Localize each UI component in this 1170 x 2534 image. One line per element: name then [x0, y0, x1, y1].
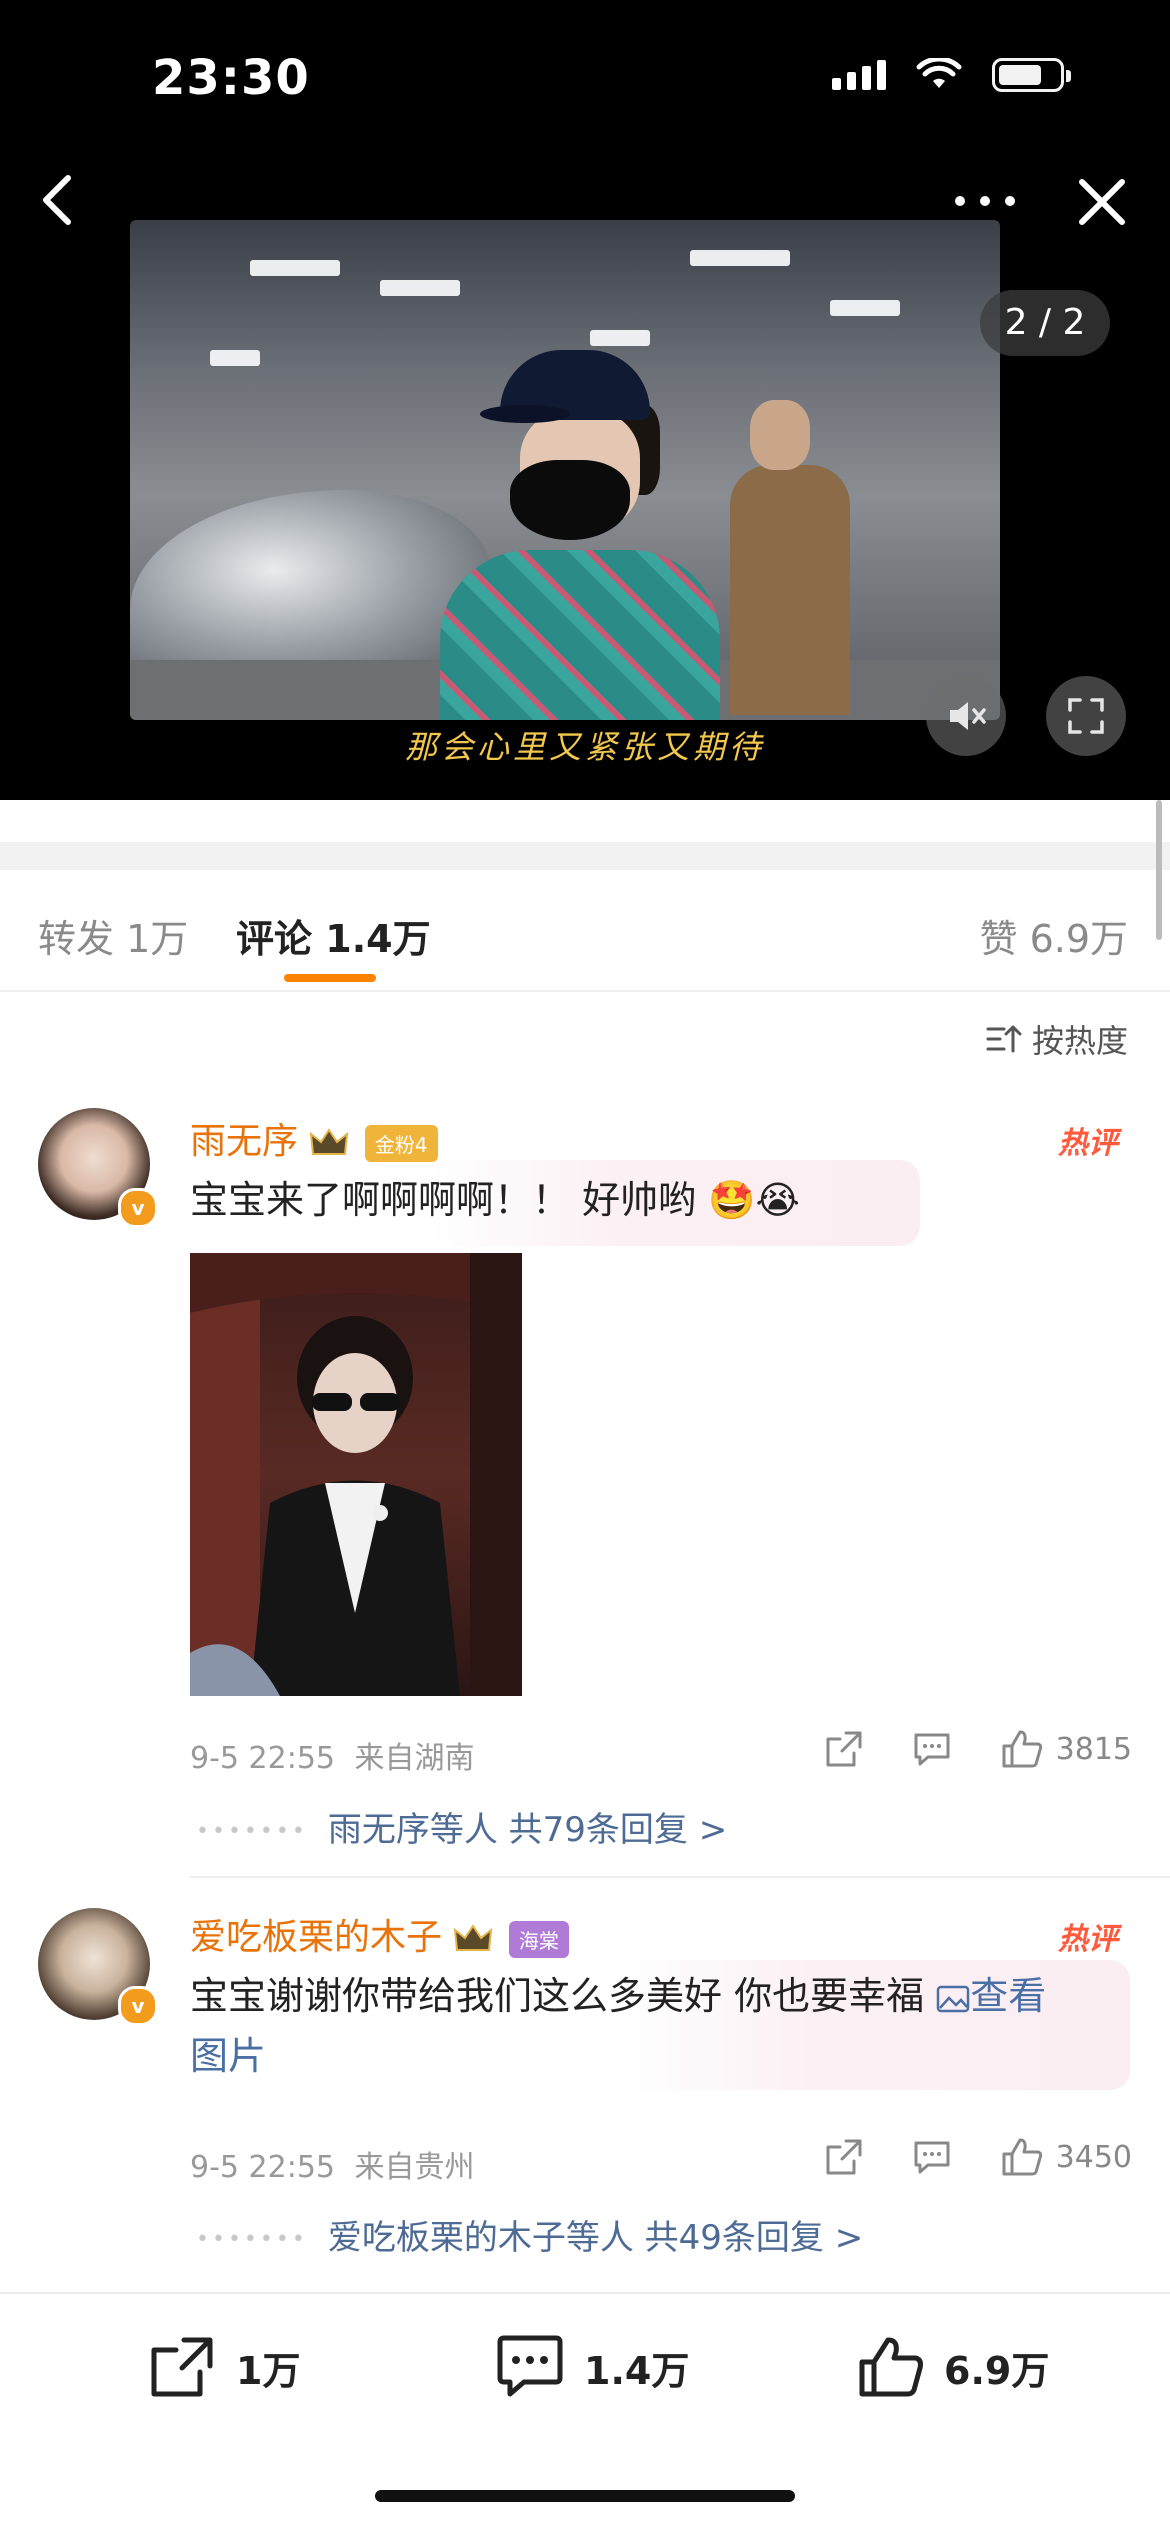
- tab-comments[interactable]: 评论 1.4万: [236, 908, 431, 963]
- thumbs-up-icon: [1002, 2138, 1042, 2176]
- username-text: 雨无序: [190, 1121, 299, 1162]
- background-person-illustration: [730, 400, 850, 720]
- status-bar: 23:30: [0, 0, 1170, 150]
- sort-button[interactable]: 按热度: [986, 1016, 1128, 1062]
- hot-comment-tag: 热评: [1058, 1126, 1118, 1161]
- replies-dots: •••••••: [196, 1819, 308, 1844]
- wifi-icon: [916, 58, 962, 88]
- mute-icon: [950, 702, 986, 730]
- like-post-count: 6.9万: [944, 2348, 1050, 2393]
- fan-badge: 海棠: [508, 1920, 569, 1958]
- tab-comments-count: 1.4万: [325, 917, 431, 961]
- tab-likes-label: 赞: [979, 917, 1018, 961]
- verified-badge: v: [118, 1188, 158, 1228]
- emoji-2: 😭: [755, 1178, 800, 1222]
- comment-time: 9-5 22:55: [190, 1741, 335, 1776]
- comment-separator: [190, 1876, 1170, 1878]
- media-viewer: 那会心里又紧张又期待 2 / 2: [0, 150, 1170, 800]
- fan-badge: 金粉4: [364, 1124, 438, 1162]
- username-text: 爱吃板栗的木子: [190, 1917, 443, 1958]
- replies-text: 爱吃板栗的木子等人 共49条回复 >: [327, 2218, 864, 2258]
- like-count: 3815: [1055, 1731, 1132, 1767]
- view-replies-link[interactable]: ••••••• 雨无序等人 共79条回复 >: [196, 1802, 727, 1851]
- like-post-button[interactable]: 6.9万: [856, 2334, 1049, 2400]
- reply-icon[interactable]: [912, 1729, 952, 1769]
- replies-text: 雨无序等人 共79条回复 >: [327, 1810, 728, 1850]
- comment-actions: 3815: [824, 1728, 1132, 1770]
- comment-location: 来自贵州: [354, 2150, 475, 2185]
- image-icon: [936, 1985, 970, 2012]
- reply-icon[interactable]: [912, 2137, 952, 2177]
- video-player[interactable]: [130, 220, 1000, 720]
- comment-text: 宝宝谢谢你带给我们这么多美好 你也要幸福 查看图片: [190, 1966, 1130, 2086]
- repost-icon: [151, 2337, 213, 2397]
- comment-text: 宝宝来了啊啊啊啊！！ 好帅哟 🤩😭: [190, 1170, 800, 1230]
- comment-button[interactable]: 1.4万: [494, 2334, 689, 2400]
- comment-meta: 9-5 22:55 来自湖南: [190, 1733, 475, 1777]
- comment-photo-illustration: [190, 1253, 522, 1696]
- thumbs-up-icon: [1002, 1730, 1042, 1768]
- comment-location: 来自湖南: [354, 1741, 475, 1776]
- tab-repost-label: 转发: [38, 917, 115, 961]
- more-icon[interactable]: [950, 186, 1020, 216]
- comment-actions: 3450: [824, 2136, 1132, 2178]
- back-icon[interactable]: [30, 170, 90, 230]
- status-icons: [832, 58, 1071, 92]
- comment-time: 9-5 22:55: [190, 2150, 335, 2185]
- like-button[interactable]: 3450: [1000, 2136, 1132, 2178]
- repost-count: 1万: [236, 2348, 301, 2393]
- crown-icon: [454, 1924, 493, 1951]
- view-image-link-text: 查看: [970, 1974, 1047, 2018]
- comment-text-body: 宝宝谢谢你带给我们这么多美好 你也要幸福: [190, 1974, 925, 2018]
- fullscreen-button[interactable]: [1046, 676, 1126, 756]
- mute-button[interactable]: [926, 676, 1006, 756]
- page-indicator: 2 / 2: [980, 290, 1110, 356]
- repost-button[interactable]: 1万: [148, 2334, 300, 2400]
- close-icon[interactable]: [1070, 170, 1134, 234]
- hot-comment-tag: 热评: [1058, 1922, 1118, 1957]
- comment-meta: 9-5 22:55 来自贵州: [190, 2142, 475, 2186]
- battery-icon: [992, 58, 1071, 92]
- comment-icon: [497, 2335, 563, 2397]
- comment-username[interactable]: 爱吃板栗的木子 海棠: [190, 1908, 569, 1960]
- share-icon[interactable]: [824, 2137, 864, 2177]
- comment-count: 1.4万: [584, 2348, 690, 2393]
- section-divider: [0, 842, 1170, 870]
- comment-text-body: 宝宝来了啊啊啊啊！！ 好帅哟: [190, 1178, 697, 1222]
- share-icon[interactable]: [824, 1729, 864, 1769]
- status-time: 23:30: [152, 50, 310, 106]
- crown-icon: [310, 1128, 349, 1155]
- sort-label: 按热度: [1031, 1022, 1128, 1060]
- like-count: 3450: [1055, 2139, 1132, 2175]
- person-illustration: [440, 350, 720, 720]
- fullscreen-icon: [1068, 698, 1104, 734]
- thumbs-up-icon: [859, 2337, 923, 2397]
- tab-likes-count: 6.9万: [1029, 917, 1128, 961]
- like-button[interactable]: 3815: [1000, 1728, 1132, 1770]
- emoji-1: 🤩: [708, 1178, 756, 1222]
- comment-image[interactable]: [190, 1253, 522, 1696]
- tab-repost-count: 1万: [126, 917, 189, 961]
- sort-icon: [986, 1025, 1022, 1053]
- view-image-link-text-2: 图片: [190, 2034, 267, 2078]
- active-tab-indicator: [284, 974, 376, 982]
- cellular-signal-icon: [832, 60, 886, 90]
- tab-comments-label: 评论: [236, 917, 313, 961]
- tab-repost[interactable]: 转发 1万: [38, 908, 188, 963]
- tab-bar: 转发 1万 评论 1.4万 赞 6.9万: [0, 870, 1170, 992]
- tab-likes[interactable]: 赞 6.9万: [979, 908, 1128, 963]
- home-indicator[interactable]: [375, 2490, 795, 2502]
- verified-badge: v: [118, 1986, 158, 2026]
- view-replies-link[interactable]: ••••••• 爱吃板栗的木子等人 共49条回复 >: [196, 2210, 863, 2259]
- comment-username[interactable]: 雨无序 金粉4: [190, 1112, 438, 1164]
- replies-dots: •••••••: [196, 2227, 308, 2252]
